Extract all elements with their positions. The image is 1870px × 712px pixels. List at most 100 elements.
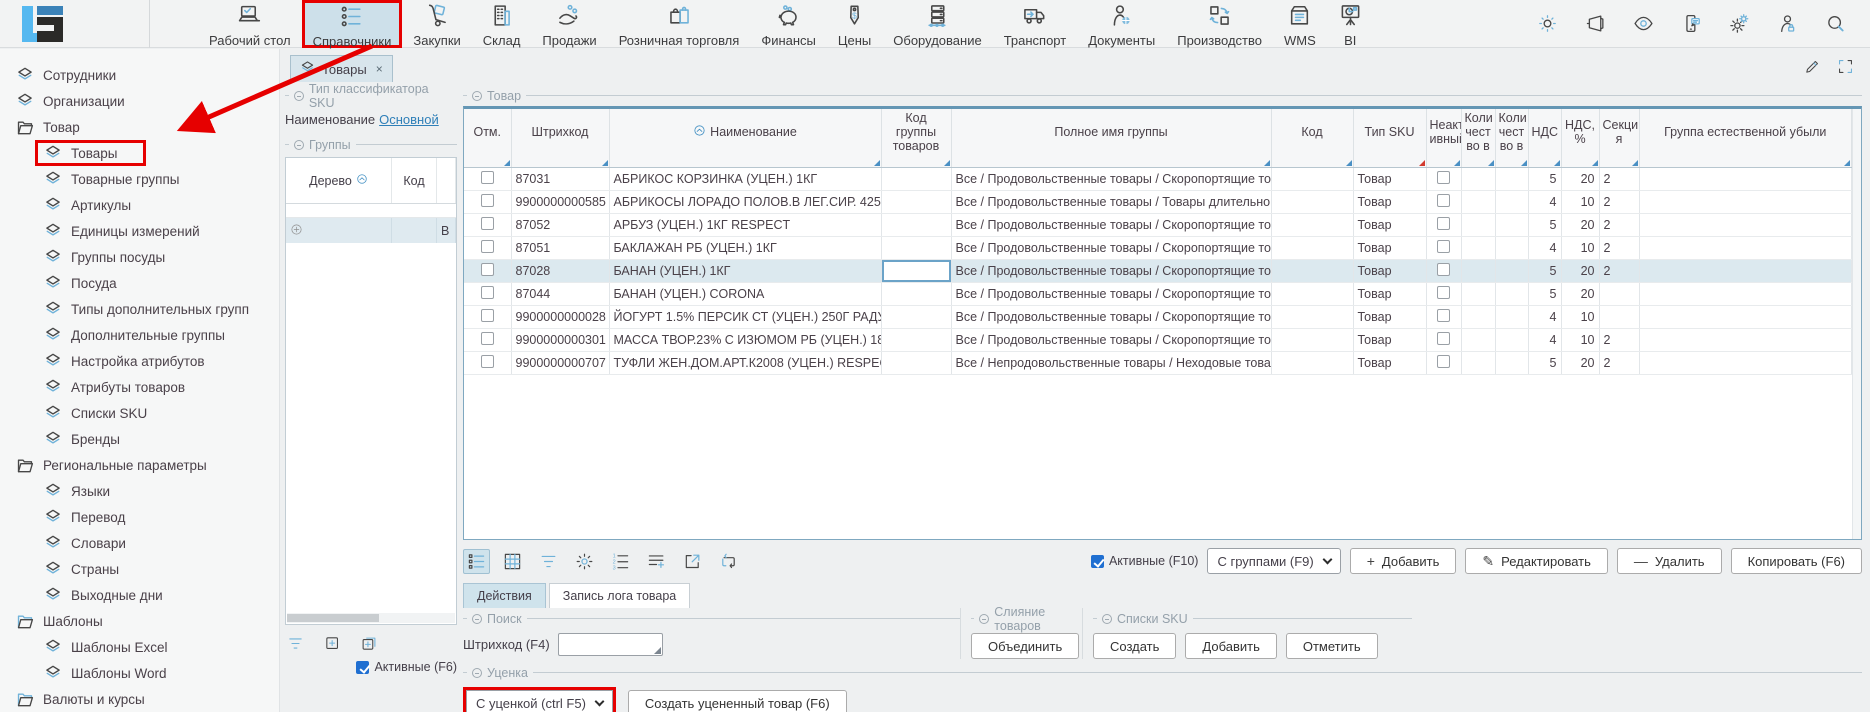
listadd-icon[interactable] <box>643 549 670 574</box>
phonechat-icon[interactable] <box>1681 13 1702 34</box>
sidebar-item[interactable]: Шаблоны Excel <box>0 634 279 660</box>
classifier-name-link[interactable]: Основной <box>379 112 439 127</box>
sidebar-item[interactable]: Товар <box>0 114 279 140</box>
groups-col-code[interactable]: Код <box>392 158 437 203</box>
plussqm-icon[interactable] <box>361 635 378 652</box>
groups-mode-select[interactable]: С группами (F9) <box>1207 548 1340 574</box>
edit-icon[interactable] <box>1804 58 1821 75</box>
userlock-icon[interactable] <box>1777 13 1798 34</box>
row-checkbox[interactable] <box>481 309 494 322</box>
sku-add-button[interactable]: Добавить <box>1185 633 1276 659</box>
column-header[interactable]: Штрихкод <box>511 109 609 155</box>
sidebar-item[interactable]: Дополнительные группы <box>0 322 279 348</box>
inactive-checkbox[interactable] <box>1437 194 1450 207</box>
row-checkbox[interactable] <box>481 240 494 253</box>
barcode-input[interactable] <box>558 633 663 656</box>
filter-cell[interactable] <box>1353 155 1426 167</box>
filter-cell[interactable] <box>464 155 511 167</box>
table-row[interactable]: 9900000000707ТУФЛИ ЖЕН.ДОМ.АРТ.К2008 (УЦ… <box>464 351 1852 374</box>
inactive-checkbox[interactable] <box>1437 286 1450 299</box>
table-row[interactable]: 87052АРБУЗ (УЦЕН.) 1КГ RESPECTВсе / Прод… <box>464 213 1852 236</box>
sidebar-item[interactable]: Группы посуды <box>0 244 279 270</box>
tab-actions[interactable]: Действия <box>463 583 546 608</box>
export-icon[interactable] <box>679 549 706 574</box>
sidebar-item[interactable]: Перевод <box>0 504 279 530</box>
module-list[interactable]: Справочники <box>302 0 403 48</box>
module-wmsbox[interactable]: WMS <box>1273 0 1327 48</box>
table-row[interactable]: 87051БАКЛАЖАН РБ (УЦЕН.) 1КГВсе / Продов… <box>464 236 1852 259</box>
sidebar-item[interactable]: Настройка атрибутов <box>0 348 279 374</box>
groups-col-tree[interactable]: Дерево <box>286 158 392 203</box>
module-bags[interactable]: Розничная торговля <box>608 0 751 48</box>
column-header[interactable]: НДС, % <box>1561 109 1599 155</box>
inactive-checkbox[interactable] <box>1437 332 1450 345</box>
sidebar-item[interactable]: Языки <box>0 478 279 504</box>
inactive-checkbox[interactable] <box>1437 355 1450 368</box>
table-row[interactable]: 9900000000028ЙОГУРТ 1.5% ПЕРСИК СТ (УЦЕН… <box>464 305 1852 328</box>
filter-cell[interactable] <box>1528 155 1561 167</box>
merge-button[interactable]: Объединить <box>971 633 1079 659</box>
markdown-mode-select[interactable]: С уценкой (ctrl F5) <box>466 690 613 712</box>
sidebar-item[interactable]: Региональные параметры <box>0 452 279 478</box>
row-checkbox[interactable] <box>481 286 494 299</box>
sku-mark-button[interactable]: Отметить <box>1286 633 1378 659</box>
sidebar-item[interactable]: Валюты и курсы <box>0 686 279 712</box>
edit-button[interactable]: ✎ Редактировать <box>1465 548 1608 574</box>
table-row[interactable]: 87044БАНАН (УЦЕН.) CORONAВсе / Продоволь… <box>464 282 1852 305</box>
viewlist-icon[interactable] <box>463 549 490 574</box>
numlist-icon[interactable]: 123 <box>607 549 634 574</box>
column-header[interactable]: Тип SKU <box>1353 109 1426 155</box>
plussq-icon[interactable] <box>324 635 341 652</box>
module-piggy[interactable]: Финансы <box>750 0 827 48</box>
create-markdown-product-button[interactable]: Создать уцененный товар (F6) <box>628 690 847 712</box>
tab-close-icon[interactable]: × <box>376 62 383 76</box>
module-desktop[interactable]: Рабочий стол <box>198 0 302 48</box>
collapse-icon[interactable] <box>1102 614 1112 624</box>
groups-root-row[interactable]: В <box>286 218 456 243</box>
inactive-checkbox[interactable] <box>1437 171 1450 184</box>
module-building[interactable]: Склад <box>472 0 532 48</box>
column-header[interactable]: НДС <box>1528 109 1561 155</box>
tab-product-log[interactable]: Запись лога товара <box>549 583 690 608</box>
module-pricetag[interactable]: $Цены <box>827 0 882 48</box>
search-icon[interactable] <box>1825 13 1846 34</box>
row-checkbox[interactable] <box>481 332 494 345</box>
filter-cell[interactable] <box>1639 155 1852 167</box>
sidebar-item[interactable]: Товары <box>0 140 279 166</box>
products-vscrollbar[interactable] <box>1852 109 1861 539</box>
reload-icon[interactable] <box>715 549 742 574</box>
filter-cell[interactable] <box>951 155 1271 167</box>
flag-icon[interactable] <box>1585 13 1606 34</box>
filter-icon[interactable] <box>535 549 562 574</box>
sku-create-button[interactable]: Создать <box>1093 633 1176 659</box>
delete-button[interactable]: — Удалить <box>1617 548 1722 574</box>
sidebar-item[interactable]: Словари <box>0 530 279 556</box>
column-header[interactable]: Код группы товаров <box>881 109 951 155</box>
sidebar-item[interactable]: Артикулы <box>0 192 279 218</box>
column-header[interactable]: Полное имя группы <box>951 109 1271 155</box>
filter-cell[interactable] <box>1495 155 1528 167</box>
sidebar-item[interactable]: Посуда <box>0 270 279 296</box>
column-header[interactable]: Наименование <box>609 109 881 155</box>
module-handcoins[interactable]: Продажи <box>531 0 607 48</box>
sidebar-item[interactable]: Шаблоны <box>0 608 279 634</box>
row-checkbox[interactable] <box>481 194 494 207</box>
sidebar-item[interactable]: Типы дополнительных групп <box>0 296 279 322</box>
active-f10-checkbox[interactable] <box>1091 555 1104 568</box>
filter-cell[interactable] <box>1461 155 1495 167</box>
column-header[interactable]: Секци я <box>1599 109 1639 155</box>
inactive-checkbox[interactable] <box>1437 240 1450 253</box>
brightness-icon[interactable] <box>1537 13 1558 34</box>
sidebar-item[interactable]: Страны <box>0 556 279 582</box>
column-header[interactable]: Код <box>1271 109 1353 155</box>
groups-hscrollbar[interactable] <box>287 613 455 623</box>
gears-icon[interactable] <box>1729 13 1750 34</box>
row-checkbox[interactable] <box>481 355 494 368</box>
sidebar-item[interactable]: Организации <box>0 88 279 114</box>
expand-node-icon[interactable] <box>290 223 303 239</box>
inactive-checkbox[interactable] <box>1437 309 1450 322</box>
sidebar-item[interactable]: Бренды <box>0 426 279 452</box>
filter-cell[interactable] <box>881 155 951 167</box>
gear-icon[interactable] <box>571 549 598 574</box>
collapse-icon[interactable] <box>979 614 989 624</box>
